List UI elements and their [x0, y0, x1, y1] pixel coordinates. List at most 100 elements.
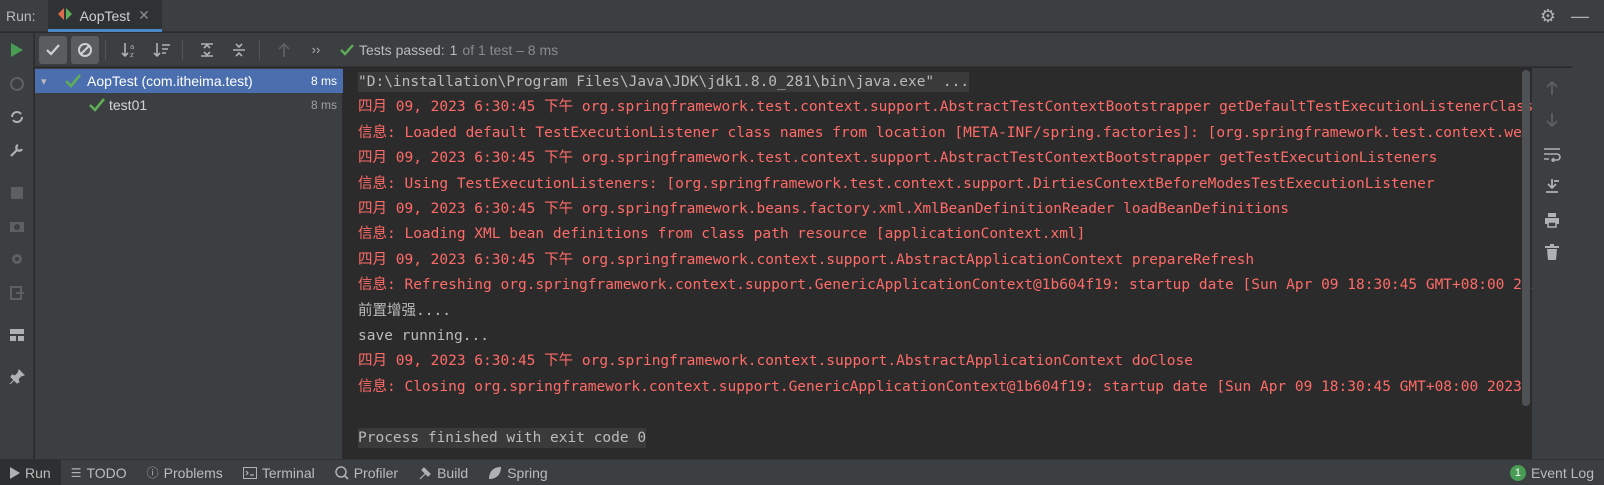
console-line: 四月 09, 2023 6:30:45 下午 org.springframewo…	[358, 150, 1438, 166]
tab-label: TODO	[86, 464, 127, 481]
separator	[182, 39, 183, 60]
sort-alpha-button[interactable]: az	[116, 36, 144, 64]
scroll-to-end-icon[interactable]	[1542, 176, 1562, 196]
console-toolbar	[1532, 68, 1572, 459]
console-line: save running...	[358, 328, 489, 344]
show-passed-button[interactable]	[39, 35, 67, 64]
sort-duration-icon	[153, 42, 170, 57]
tab-spring[interactable]: Spring	[478, 460, 557, 485]
tab-run[interactable]: Run	[0, 459, 61, 485]
console-line: 四月 09, 2023 6:30:45 下午 org.springframewo…	[358, 201, 1289, 217]
collapse-all-button[interactable]	[225, 36, 253, 64]
gear-icon[interactable]: ⚙	[1538, 6, 1558, 26]
test-config-icon	[57, 8, 72, 23]
console-line: 信息: Using TestExecutionListeners: [org.s…	[358, 176, 1435, 192]
ignored-icon	[78, 42, 92, 57]
show-ignored-button[interactable]	[71, 35, 99, 64]
spring-leaf-icon	[489, 466, 502, 479]
stop-icon[interactable]	[7, 183, 27, 203]
layout-icon[interactable]	[7, 325, 27, 345]
separator	[105, 39, 106, 60]
sort-duration-button[interactable]	[148, 36, 176, 64]
hide-icon[interactable]: —	[1570, 6, 1590, 26]
svg-text:z: z	[130, 51, 134, 58]
console-line: 四月 09, 2023 6:30:45 下午 org.springframewo…	[358, 99, 1532, 115]
play-icon	[10, 466, 20, 479]
tree-item-label: test01	[109, 97, 148, 113]
rerun-failed-icon[interactable]	[7, 74, 27, 94]
arrow-up-icon[interactable]	[1542, 78, 1562, 98]
tab-label: Profiler	[353, 464, 399, 481]
console-line: 前置增强....	[358, 303, 451, 319]
passed-check-icon	[89, 98, 105, 112]
console-output[interactable]: "D:\installation\Program Files\Java\JDK\…	[344, 68, 1532, 459]
tab-aoptest[interactable]: AopTest ✕	[47, 0, 163, 32]
console-line: "D:\installation\Program Files\Java\JDK\…	[358, 72, 970, 92]
camera-icon[interactable]	[7, 216, 27, 236]
tab-label: Problems	[163, 464, 223, 481]
tab-todo[interactable]: ☰ TODO	[61, 460, 137, 485]
soft-wrap-icon[interactable]	[1542, 144, 1562, 164]
console-line: Process finished with exit code 0	[358, 428, 647, 448]
pin-icon[interactable]	[7, 367, 27, 387]
profiler-icon	[334, 465, 349, 480]
tab-label: Run	[25, 464, 51, 481]
run-tool-window-header: Run: AopTest ✕ ⚙ —	[0, 0, 1604, 32]
tree-item-aoptest[interactable]: ▾ AopTest (com.itheima.test) 8 ms	[35, 69, 343, 93]
chevron-double-right-icon: ››	[311, 42, 321, 57]
tab-profiler[interactable]: Profiler	[325, 460, 408, 485]
sort-alpha-icon: az	[121, 42, 134, 58]
previous-failed-button[interactable]	[270, 36, 298, 64]
tab-title: AopTest	[79, 7, 131, 24]
chevron-down-icon[interactable]: ▾	[41, 75, 47, 88]
event-log-badge: 1	[1509, 465, 1526, 481]
svg-text:a: a	[130, 43, 134, 51]
hammer-icon	[419, 466, 431, 479]
close-tab-icon[interactable]: ✕	[138, 7, 150, 24]
right-tool-strip	[1572, 33, 1604, 459]
passed-check-icon	[65, 74, 81, 88]
console-line: 信息: Loaded default TestExecutionListener…	[358, 125, 1532, 141]
test-total: of 1 test – 8 ms	[462, 41, 559, 58]
console-scrollbar[interactable]	[1522, 70, 1530, 406]
exit-icon[interactable]	[7, 283, 27, 303]
expand-all-button[interactable]	[193, 36, 221, 64]
console-line: 信息: Closing org.springframework.context.…	[358, 379, 1531, 395]
tree-item-test01[interactable]: test01 8 ms	[35, 93, 343, 117]
console-line: 信息: Refreshing org.springframework.conte…	[358, 277, 1532, 293]
passed-check-icon	[340, 43, 354, 56]
trash-icon[interactable]	[1542, 242, 1562, 262]
collapse-all-icon	[233, 42, 245, 57]
tree-item-time: 8 ms	[310, 74, 337, 88]
test-tree: ▾ AopTest (com.itheima.test) 8 ms test01…	[35, 68, 343, 459]
separator	[259, 39, 260, 60]
console-line: 四月 09, 2023 6:30:45 下午 org.springframewo…	[358, 252, 1255, 268]
list-icon: ☰	[70, 465, 82, 480]
print-icon[interactable]	[1542, 210, 1562, 230]
wrench-icon[interactable]	[7, 140, 27, 160]
bottom-tool-bar: Run ☰ TODO ⓘ Problems Terminal Profiler …	[0, 459, 1604, 485]
rerun-icon[interactable]	[7, 40, 27, 60]
arrow-down-icon[interactable]	[1542, 110, 1562, 130]
arrow-up-icon	[278, 42, 290, 57]
passed-count: 1	[449, 41, 458, 58]
toggle-auto-test-icon[interactable]	[7, 107, 27, 127]
console-line: 信息: Loading XML bean definitions from cl…	[358, 226, 1086, 242]
info-icon: ⓘ	[146, 466, 159, 480]
event-log-label: Event Log	[1530, 465, 1594, 481]
event-log-button[interactable]: 1 Event Log	[1509, 460, 1594, 485]
tab-label: Spring	[507, 464, 548, 481]
tree-item-label: AopTest (com.itheima.test)	[87, 73, 253, 89]
tab-problems[interactable]: ⓘ Problems	[137, 460, 233, 485]
console-line: 四月 09, 2023 6:30:45 下午 org.springframewo…	[358, 353, 1193, 369]
tests-passed-label: Tests passed:	[359, 41, 445, 58]
settings-disabled-icon[interactable]	[7, 249, 27, 269]
more-actions-button[interactable]: ››	[302, 36, 330, 64]
test-runner-toolbar: az ›› Tests passed: 1 of 1 test – 8 ms	[35, 33, 1604, 67]
tab-terminal[interactable]: Terminal	[233, 460, 325, 485]
check-icon	[46, 43, 60, 56]
tab-build[interactable]: Build	[408, 460, 478, 485]
test-status: Tests passed: 1 of 1 test – 8 ms	[340, 42, 558, 58]
tree-item-time: 8 ms	[310, 98, 337, 112]
left-toolbar	[0, 33, 34, 459]
